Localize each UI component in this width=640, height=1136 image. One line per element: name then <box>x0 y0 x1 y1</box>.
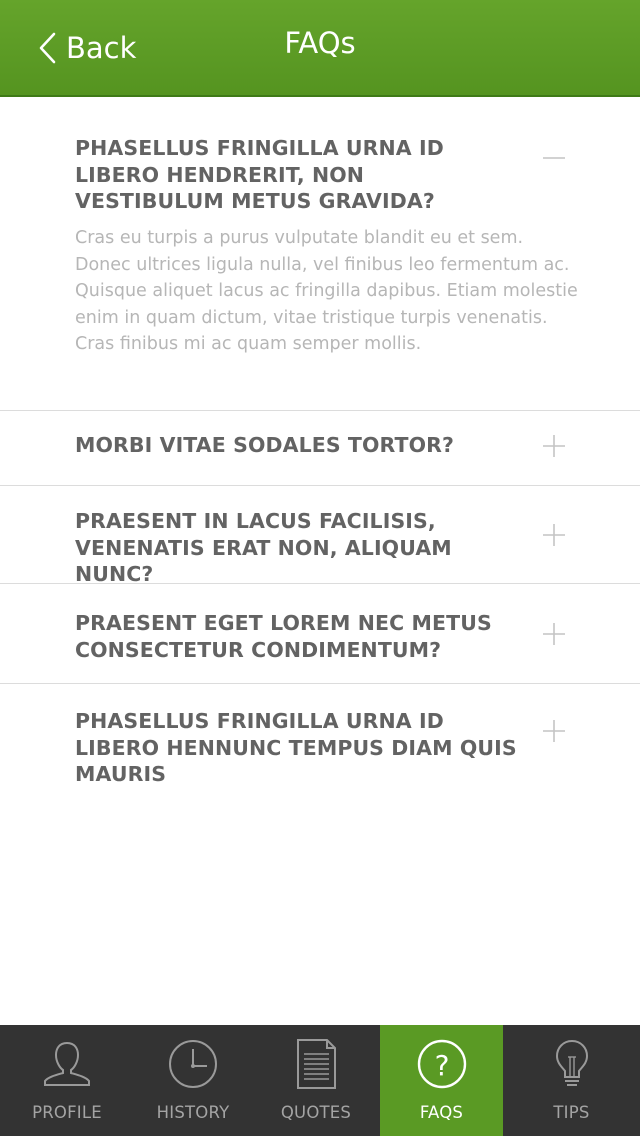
tab-label: PROFILE <box>32 1103 102 1122</box>
faq-item[interactable]: MORBI VITAE SODALES TORTOR? <box>0 411 640 486</box>
faq-list: PHASELLUS FRINGILLA URNA ID LIBERO HENDR… <box>0 99 640 786</box>
question-icon: ? <box>415 1037 469 1091</box>
plus-icon[interactable] <box>541 433 567 459</box>
faq-item[interactable]: PRAESENT IN LACUS FACILISIS, VENENATIS E… <box>0 486 640 586</box>
tab-history[interactable]: HISTORY <box>134 1025 252 1136</box>
faq-item[interactable]: PRAESENT EGET LOREM NEC METUS CONSECTETU… <box>0 584 640 684</box>
minus-icon[interactable] <box>541 145 567 171</box>
faq-question[interactable]: PHASELLUS FRINGILLA URNA ID LIBERO HENNU… <box>75 708 520 788</box>
tab-label: FAQS <box>419 1103 464 1122</box>
plus-icon[interactable] <box>541 718 567 744</box>
back-button[interactable]: Back <box>38 28 136 68</box>
document-icon <box>289 1037 343 1091</box>
header-bar: Back FAQs <box>0 0 640 97</box>
tab-label: QUOTES <box>280 1103 352 1122</box>
faq-question[interactable]: PHASELLUS FRINGILLA URNA ID LIBERO HENDR… <box>75 135 520 215</box>
faq-answer: Cras eu turpis a purus vulputate blandit… <box>75 228 578 355</box>
svg-text:?: ? <box>434 1049 449 1082</box>
tab-profile[interactable]: PROFILE <box>0 1025 134 1136</box>
faq-question[interactable]: MORBI VITAE SODALES TORTOR? <box>75 432 520 459</box>
person-icon <box>40 1037 94 1091</box>
tab-bar: PROFILE HISTORY QUOTES ? FAQS TIPS <box>0 1025 640 1136</box>
tab-label: TIPS <box>553 1103 590 1122</box>
tab-label: HISTORY <box>156 1103 230 1122</box>
faq-item[interactable]: PHASELLUS FRINGILLA URNA ID LIBERO HENNU… <box>0 684 640 786</box>
tab-tips[interactable]: TIPS <box>503 1025 640 1136</box>
tab-faqs[interactable]: ? FAQS <box>380 1025 503 1136</box>
chevron-left-icon <box>38 30 58 66</box>
faq-item[interactable]: PHASELLUS FRINGILLA URNA ID LIBERO HENDR… <box>0 99 640 411</box>
lightbulb-icon <box>545 1037 599 1091</box>
clock-icon <box>166 1037 220 1091</box>
faq-question[interactable]: PRAESENT IN LACUS FACILISIS, VENENATIS E… <box>75 508 520 588</box>
faq-question[interactable]: PRAESENT EGET LOREM NEC METUS CONSECTETU… <box>75 610 520 663</box>
back-label: Back <box>66 31 137 65</box>
plus-icon[interactable] <box>541 621 567 647</box>
tab-quotes[interactable]: QUOTES <box>252 1025 380 1136</box>
plus-icon[interactable] <box>541 522 567 548</box>
